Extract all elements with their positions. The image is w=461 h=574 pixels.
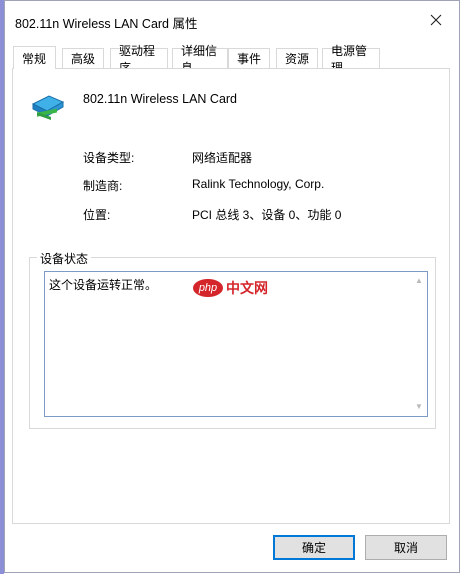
manufacturer-label: 制造商:: [83, 179, 123, 193]
close-icon: [430, 14, 442, 26]
tab-strip: 常规 高级 驱动程序 详细信息 事件 资源 电源管理: [13, 44, 449, 75]
tab-general[interactable]: 常规: [13, 46, 56, 69]
properties-dialog: 802.11n Wireless LAN Card 属性 常规 高级 驱动程序 …: [4, 0, 460, 573]
cancel-button[interactable]: 取消: [365, 535, 447, 560]
device-status-textbox[interactable]: 这个设备运转正常。 php 中文网 ▲ ▼: [44, 271, 428, 417]
tab-advanced[interactable]: 高级: [62, 48, 104, 68]
network-adapter-icon: [31, 95, 65, 120]
php-watermark: php 中文网: [193, 278, 268, 298]
tab-driver[interactable]: 驱动程序: [110, 44, 168, 75]
location-label: 位置:: [83, 208, 111, 222]
manufacturer-value: Ralink Technology, Corp.: [192, 177, 325, 191]
window-title: 802.11n Wireless LAN Card 属性: [15, 17, 198, 31]
ok-button[interactable]: 确定: [273, 535, 355, 560]
close-button[interactable]: [413, 1, 459, 39]
tab-events[interactable]: 事件: [228, 48, 270, 68]
scroll-up-icon[interactable]: ▲: [415, 277, 423, 285]
tab-resources[interactable]: 资源: [276, 48, 318, 68]
device-type-label: 设备类型:: [83, 151, 135, 165]
tab-details[interactable]: 详细信息: [172, 44, 228, 75]
scroll-down-icon[interactable]: ▼: [415, 403, 423, 411]
vertical-scrollbar[interactable]: ▲ ▼: [411, 272, 427, 416]
general-tab-panel: 802.11n Wireless LAN Card 设备类型: 网络适配器 制造…: [12, 68, 450, 524]
location-value: PCI 总线 3、设备 0、功能 0: [192, 208, 342, 222]
device-name: 802.11n Wireless LAN Card: [83, 92, 238, 106]
device-type-value: 网络适配器: [192, 151, 253, 165]
title-bar[interactable]: 802.11n Wireless LAN Card 属性: [5, 1, 459, 39]
tab-power-management[interactable]: 电源管理: [322, 44, 380, 75]
php-logo: php: [193, 279, 223, 297]
device-status-group: 设备状态 这个设备运转正常。 php 中文网 ▲ ▼: [29, 250, 436, 429]
watermark-text: 中文网: [226, 280, 268, 296]
device-status-text: 这个设备运转正常。: [49, 278, 158, 292]
device-status-title: 设备状态: [37, 250, 92, 267]
